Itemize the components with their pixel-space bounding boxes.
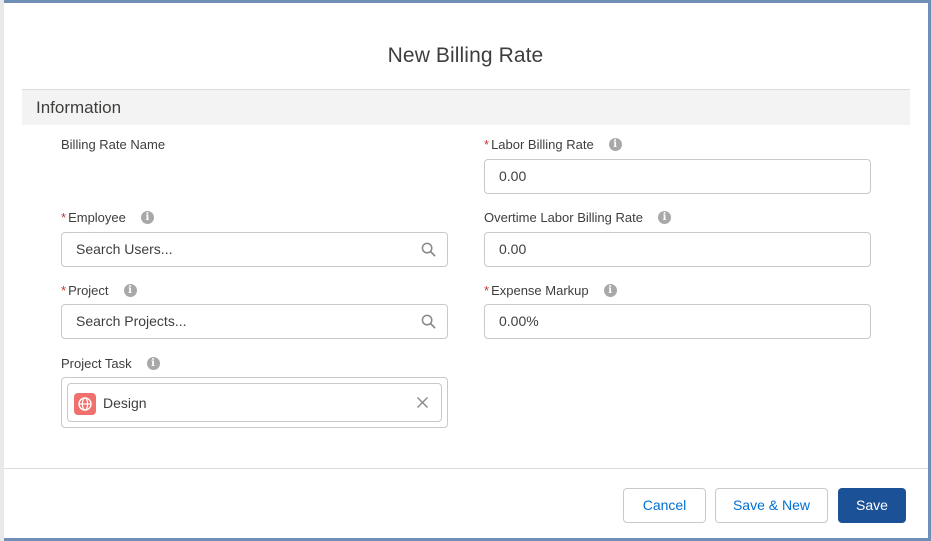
info-icon[interactable]: i	[657, 211, 671, 224]
overtime-labor-billing-rate-label: Overtime Labor Billing Rate i	[484, 210, 671, 225]
info-icon[interactable]: i	[146, 357, 160, 370]
employee-search-input[interactable]: Search Users...	[61, 232, 448, 267]
expense-markup-input[interactable]: 0.00%	[484, 304, 871, 339]
required-marker: *	[61, 210, 67, 225]
modal-window	[0, 0, 931, 541]
globe-icon	[74, 393, 96, 415]
save-button[interactable]: Save	[838, 488, 906, 523]
section-header-information[interactable]: Information	[22, 89, 910, 125]
expense-markup-label: * Expense Markup i	[484, 283, 617, 298]
close-icon[interactable]	[416, 396, 429, 409]
modal-title: New Billing Rate	[387, 44, 544, 67]
required-marker: *	[484, 283, 490, 298]
labor-billing-rate-label: * Labor Billing Rate i	[484, 137, 622, 152]
info-icon[interactable]: i	[123, 284, 137, 297]
search-icon	[421, 242, 436, 257]
cancel-button[interactable]: Cancel	[623, 488, 706, 523]
project-label: * Project i	[61, 283, 137, 298]
project-task-lookup[interactable]: Design	[61, 377, 448, 428]
info-icon[interactable]: i	[603, 284, 617, 297]
info-icon[interactable]: i	[140, 211, 154, 224]
employee-label: * Employee i	[61, 210, 154, 225]
info-icon[interactable]: i	[608, 138, 622, 151]
overtime-labor-billing-rate-input[interactable]: 0.00	[484, 232, 871, 267]
billing-rate-name-label: Billing Rate Name	[61, 137, 166, 152]
footer-divider	[4, 468, 928, 469]
background-strip	[0, 0, 4, 541]
search-icon	[421, 314, 436, 329]
selected-task-pill[interactable]: Design	[67, 383, 442, 422]
labor-billing-rate-input[interactable]: 0.00	[484, 159, 871, 194]
save-and-new-button[interactable]: Save & New	[715, 488, 828, 523]
selected-task-label: Design	[103, 395, 147, 411]
section-title: Information	[36, 98, 122, 117]
project-search-input[interactable]: Search Projects...	[61, 304, 448, 339]
project-task-label: Project Task i	[61, 356, 160, 371]
required-marker: *	[61, 283, 67, 298]
required-marker: *	[484, 137, 490, 152]
